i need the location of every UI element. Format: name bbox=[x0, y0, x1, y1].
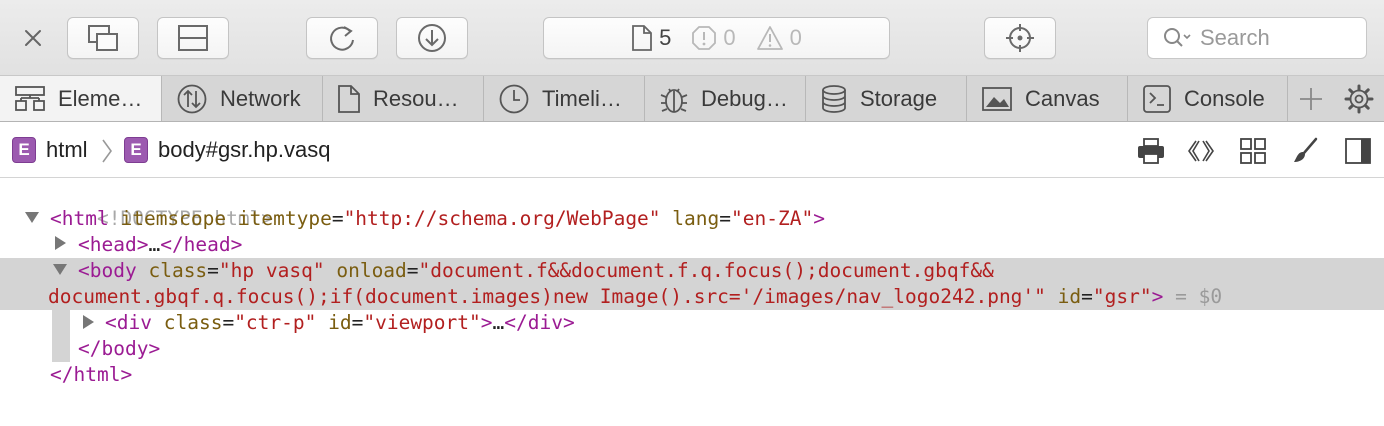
search-icon bbox=[1164, 28, 1191, 47]
sidebar-toggle-icon[interactable] bbox=[1343, 136, 1373, 166]
undock-icon bbox=[88, 25, 118, 51]
undock-button[interactable] bbox=[67, 17, 139, 59]
tab-storage-label: Storage bbox=[860, 85, 938, 111]
dock-bottom-button[interactable] bbox=[157, 17, 229, 59]
dom-node-body[interactable]: <body class="hp vasq" onload="document.f… bbox=[78, 258, 994, 284]
tab-canvas-label: Canvas bbox=[1025, 85, 1100, 111]
breadcrumb-label: body#gsr.hp.vasq bbox=[158, 137, 331, 162]
tab-console[interactable]: Console bbox=[1128, 76, 1288, 121]
tab-resources-label: Resou… bbox=[373, 85, 459, 111]
dom-tree: <!DOCTYPE html> <html itemscope itemtype… bbox=[0, 178, 1384, 426]
database-icon bbox=[822, 84, 846, 113]
bug-icon bbox=[660, 88, 688, 113]
element-badge-icon: E bbox=[124, 137, 148, 163]
error-icon bbox=[692, 26, 717, 50]
error-count[interactable]: 0 bbox=[691, 25, 736, 51]
reload-icon bbox=[330, 26, 354, 51]
tab-resources[interactable]: Resou… bbox=[323, 76, 484, 121]
resource-count[interactable]: 5 bbox=[631, 24, 671, 52]
dom-node-body-close[interactable]: </body> bbox=[78, 336, 160, 362]
disclosure-triangle-expanded-icon[interactable] bbox=[25, 212, 39, 223]
tab-storage[interactable]: Storage bbox=[806, 76, 967, 121]
chevron-right-icon bbox=[102, 139, 112, 163]
gear-icon[interactable] bbox=[1344, 84, 1374, 114]
console-icon bbox=[1143, 84, 1171, 113]
warning-count-value: 0 bbox=[789, 25, 802, 50]
tab-canvas[interactable]: Canvas bbox=[967, 76, 1128, 121]
resources-icon bbox=[338, 84, 360, 113]
warning-icon bbox=[756, 26, 783, 50]
reload-button[interactable] bbox=[306, 17, 378, 59]
tab-debugger-label: Debug… bbox=[701, 85, 788, 111]
breadcrumb-item-body[interactable]: E body#gsr.hp.vasq bbox=[124, 137, 330, 163]
image-icon bbox=[982, 86, 1012, 111]
network-icon bbox=[177, 84, 207, 113]
code-brackets-icon[interactable] bbox=[1186, 136, 1216, 166]
dom-node-html[interactable]: <html itemscope itemtype="http://schema.… bbox=[50, 206, 825, 232]
dock-bottom-icon bbox=[178, 25, 208, 51]
print-icon[interactable] bbox=[1136, 136, 1166, 166]
dom-node-body-continuation[interactable]: document.gbqf.q.focus();if(document.imag… bbox=[48, 284, 1222, 310]
selected-node-marker: = $0 bbox=[1175, 285, 1223, 308]
add-tab-icon[interactable] bbox=[1296, 84, 1326, 114]
error-count-value: 0 bbox=[723, 25, 736, 50]
elements-icon bbox=[15, 85, 45, 111]
toolbar: 5 0 0 Search bbox=[0, 0, 1384, 76]
breadcrumb-label: html bbox=[46, 137, 88, 162]
document-icon bbox=[632, 25, 653, 51]
inspect-button[interactable] bbox=[984, 17, 1056, 59]
tab-bar: Eleme… Network Resou… Timeli… Debug… Sto… bbox=[0, 76, 1384, 122]
clock-icon bbox=[499, 84, 529, 113]
dom-node-html-close[interactable]: </html> bbox=[50, 362, 132, 388]
disclosure-triangle-expanded-icon[interactable] bbox=[53, 264, 67, 275]
breadcrumb-item-html[interactable]: E html bbox=[12, 137, 88, 163]
crosshair-icon bbox=[1006, 24, 1034, 52]
download-button[interactable] bbox=[396, 17, 468, 59]
dom-node-doctype[interactable]: <!DOCTYPE html> bbox=[50, 180, 273, 230]
dom-node-head[interactable]: <head>…</head> bbox=[78, 232, 242, 258]
resource-count-value: 5 bbox=[659, 25, 672, 50]
dom-node-div-viewport[interactable]: <div class="ctr-p" id="viewport">…</div> bbox=[105, 310, 575, 336]
tab-network[interactable]: Network bbox=[162, 76, 323, 121]
paintbrush-icon[interactable] bbox=[1290, 136, 1320, 166]
warning-count[interactable]: 0 bbox=[756, 25, 802, 51]
download-icon bbox=[418, 24, 446, 52]
tab-timelines-label: Timeli… bbox=[542, 85, 622, 111]
search-input[interactable]: Search bbox=[1147, 17, 1367, 59]
tab-elements-label: Eleme… bbox=[58, 85, 143, 111]
tab-console-label: Console bbox=[1184, 85, 1265, 111]
close-icon[interactable] bbox=[22, 27, 44, 49]
disclosure-triangle-collapsed-icon[interactable] bbox=[55, 236, 66, 250]
tab-timelines[interactable]: Timeli… bbox=[484, 76, 645, 121]
activity-counts[interactable]: 5 0 0 bbox=[543, 17, 890, 59]
tab-elements[interactable]: Eleme… bbox=[0, 76, 162, 121]
tab-debugger[interactable]: Debug… bbox=[645, 76, 806, 121]
disclosure-triangle-collapsed-icon[interactable] bbox=[83, 315, 94, 329]
selection-gutter bbox=[52, 310, 70, 362]
grid-icon[interactable] bbox=[1238, 136, 1268, 166]
breadcrumb: E html E body#gsr.hp.vasq bbox=[0, 122, 1384, 178]
search-placeholder: Search bbox=[1200, 25, 1270, 50]
element-badge-icon: E bbox=[12, 137, 36, 163]
tab-network-label: Network bbox=[220, 85, 301, 111]
